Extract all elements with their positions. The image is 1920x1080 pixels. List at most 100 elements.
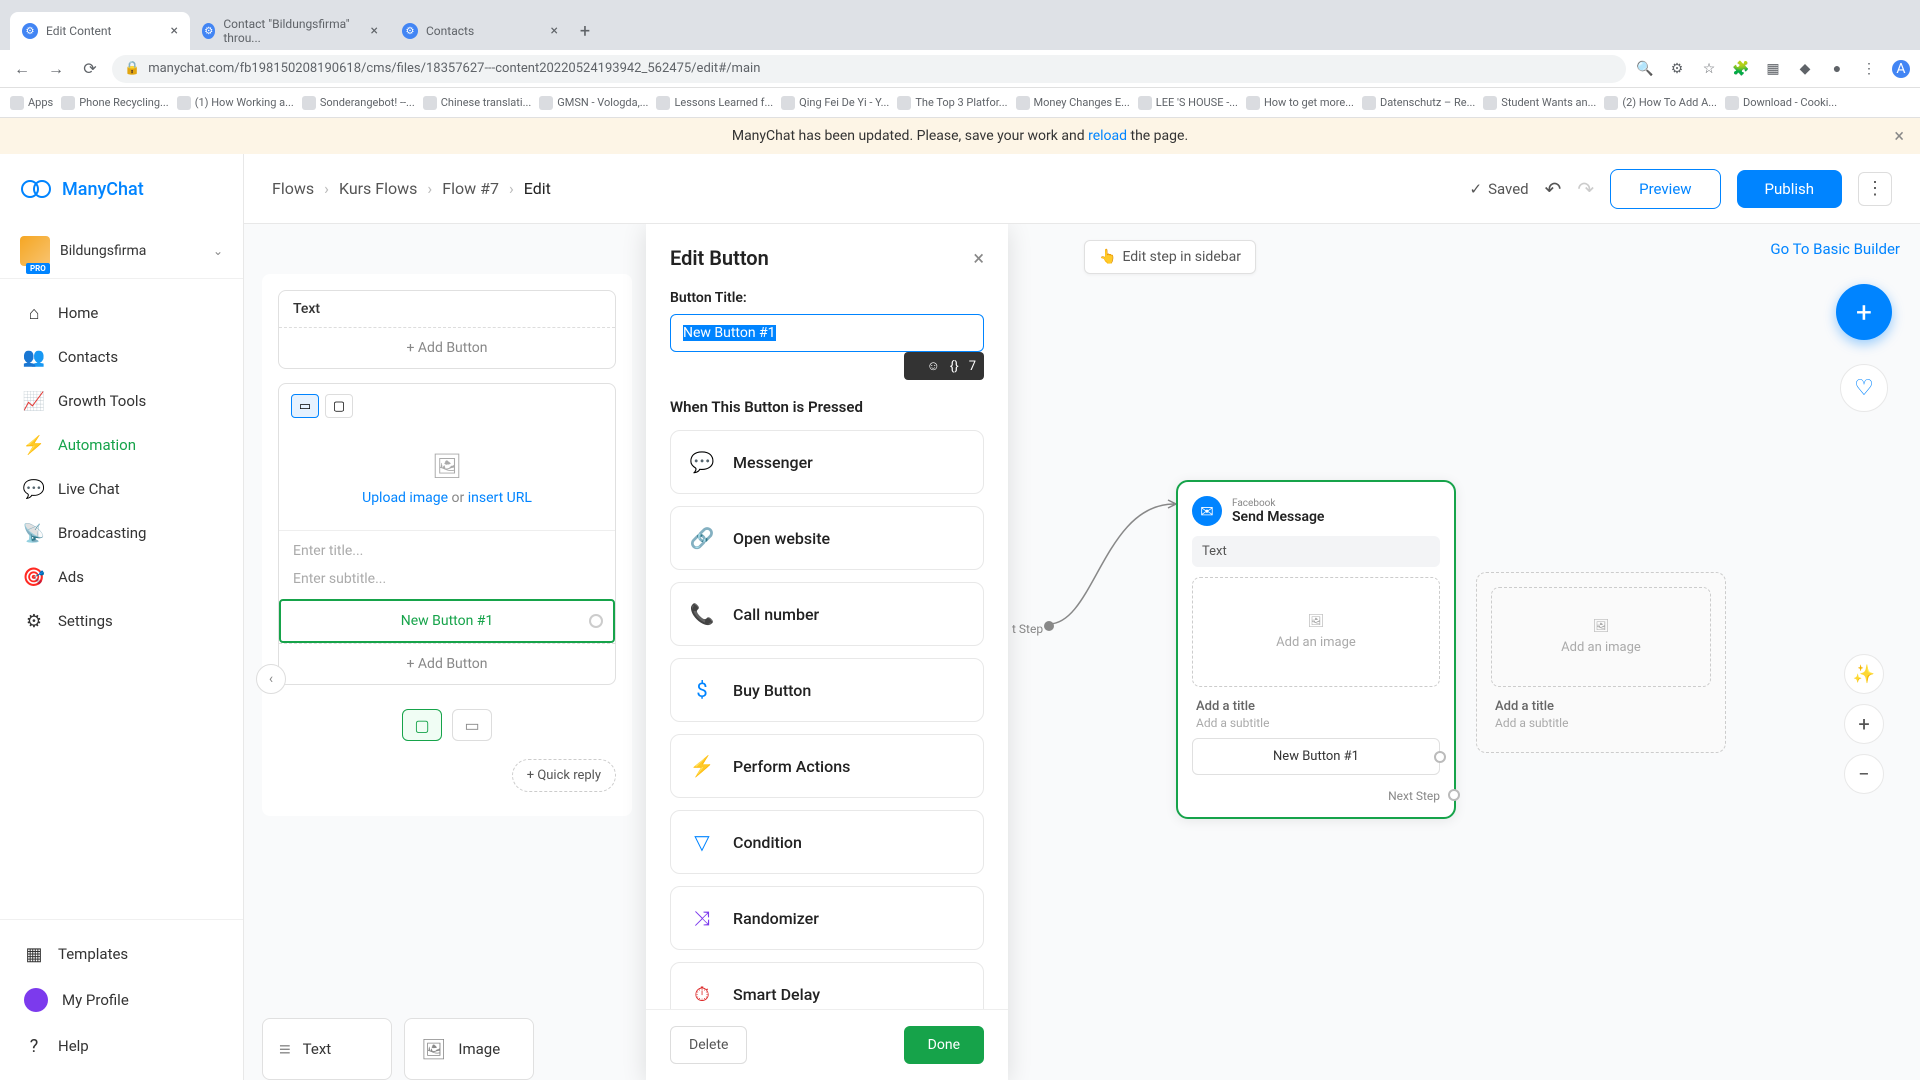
breadcrumb-item[interactable]: Kurs Flows <box>339 179 417 198</box>
extension-icon[interactable]: 🧩 <box>1732 60 1750 78</box>
extension-icon[interactable]: ● <box>1828 60 1846 78</box>
new-tab-button[interactable]: + <box>570 12 600 50</box>
subtitle-slot[interactable]: Add a subtitle <box>1491 716 1711 738</box>
title-input[interactable]: Enter title... <box>279 530 615 571</box>
browser-tab-active[interactable]: ⚙ Edit Content × <box>10 12 190 50</box>
flow-node-send-message[interactable]: ✉ FacebookSend Message Text 🖼Add an imag… <box>1176 480 1456 819</box>
profile-icon[interactable]: A <box>1892 60 1910 78</box>
done-button[interactable]: Done <box>904 1026 984 1064</box>
star-icon[interactable]: ☆ <box>1700 60 1718 78</box>
forward-button[interactable]: → <box>44 57 68 81</box>
bookmark-item[interactable]: (1) How Working a... <box>177 96 294 110</box>
url-link[interactable]: insert URL <box>468 490 532 506</box>
variable-icon[interactable]: {} <box>950 359 959 374</box>
flow-node-ghost[interactable]: 🖼Add an image Add a title Add a subtitle <box>1476 572 1726 753</box>
next-step-label[interactable]: Next Step <box>1192 783 1440 803</box>
action-perform[interactable]: ⚡Perform Actions <box>670 734 984 798</box>
sidebar-item-broadcasting[interactable]: 📡Broadcasting <box>0 511 243 555</box>
layout-horizontal-button[interactable]: ▭ <box>291 394 319 418</box>
browser-tab[interactable]: ⚙ Contact "Bildungsfirma" throu... × <box>190 12 390 50</box>
back-button[interactable]: ← <box>10 57 34 81</box>
menu-icon[interactable]: ⋮ <box>1860 60 1878 78</box>
bookmark-item[interactable]: (2) How To Add A... <box>1604 96 1717 110</box>
layout-square-button[interactable]: ▢ <box>325 394 353 418</box>
bookmark-item[interactable]: Download - Cooki... <box>1725 96 1837 110</box>
logo[interactable]: ManyChat <box>0 154 243 224</box>
subtitle-input[interactable]: Enter subtitle... <box>279 571 615 599</box>
zoom-icon[interactable]: 🔍 <box>1636 60 1654 78</box>
title-slot[interactable]: Add a title <box>1491 697 1711 716</box>
close-icon[interactable]: × <box>973 246 984 270</box>
extension-icon[interactable]: ◆ <box>1796 60 1814 78</box>
card-block[interactable]: ▭ ▢ 🖼 Upload image or insert URL Enter t… <box>278 383 616 685</box>
connection-port[interactable] <box>1448 789 1460 801</box>
sidebar-item-home[interactable]: ⌂Home <box>0 291 243 335</box>
breadcrumb-item[interactable]: Flows <box>272 179 314 198</box>
bookmark-item[interactable]: Student Wants an... <box>1483 96 1596 110</box>
close-icon[interactable]: × <box>551 23 558 39</box>
bookmark-item[interactable]: How to get more... <box>1246 96 1354 110</box>
sidebar-item-livechat[interactable]: 💬Live Chat <box>0 467 243 511</box>
bookmark-item[interactable]: GMSN - Vologda,... <box>539 96 648 110</box>
bookmark-item[interactable]: Apps <box>10 96 53 110</box>
action-call[interactable]: 📞Call number <box>670 582 984 646</box>
flow-canvas[interactable]: 👆Edit step in sidebar Go To Basic Builde… <box>244 224 1920 1080</box>
zoom-in-button[interactable]: + <box>1844 704 1884 744</box>
extension-icon[interactable]: ▦ <box>1764 60 1782 78</box>
aspect-square-button[interactable]: ▢ <box>402 709 442 741</box>
add-button-row[interactable]: + Add Button <box>279 643 615 684</box>
button-title-input[interactable] <box>670 314 984 352</box>
action-website[interactable]: 🔗Open website <box>670 506 984 570</box>
close-icon[interactable]: × <box>371 23 378 39</box>
action-condition[interactable]: ▽Condition <box>670 810 984 874</box>
sidebar-item-automation[interactable]: ⚡Automation <box>0 423 243 467</box>
sidebar-item-settings[interactable]: ⚙Settings <box>0 599 243 643</box>
basic-builder-link[interactable]: Go To Basic Builder <box>1770 240 1900 258</box>
aspect-wide-button[interactable]: ▭ <box>452 709 492 741</box>
title-slot[interactable]: Add a title <box>1192 697 1440 716</box>
bookmark-item[interactable]: Sonderangebot! --... <box>302 96 415 110</box>
workspace-selector[interactable]: Bildungsfirma ⌄ PRO <box>0 224 243 279</box>
button-row-selected[interactable]: New Button #1 <box>279 599 615 643</box>
sidebar-item-help[interactable]: ?Help <box>0 1024 243 1068</box>
sidebar-item-contacts[interactable]: 👥Contacts <box>0 335 243 379</box>
palette-image[interactable]: 🖼Image <box>404 1018 534 1080</box>
close-icon[interactable]: × <box>1894 126 1904 147</box>
delete-button[interactable]: Delete <box>670 1026 747 1064</box>
palette-text[interactable]: ≡Text <box>262 1018 392 1080</box>
sidebar-item-ads[interactable]: 🎯Ads <box>0 555 243 599</box>
reload-button[interactable]: ⟳ <box>78 57 102 81</box>
connection-port[interactable] <box>1044 621 1054 631</box>
translate-icon[interactable]: ⚙ <box>1668 60 1686 78</box>
edit-step-chip[interactable]: 👆Edit step in sidebar <box>1084 240 1256 274</box>
bookmark-item[interactable]: LEE 'S HOUSE -... <box>1138 96 1238 110</box>
undo-button[interactable]: ↶ <box>1545 177 1562 201</box>
subtitle-slot[interactable]: Add a subtitle <box>1192 716 1440 738</box>
favorite-fab[interactable]: ♡ <box>1840 364 1888 412</box>
image-upload-zone[interactable]: 🖼 Upload image or insert URL <box>279 428 615 530</box>
zoom-out-button[interactable]: − <box>1844 754 1884 794</box>
bookmark-item[interactable]: Phone Recycling... <box>61 96 168 110</box>
browser-tab[interactable]: ⚙ Contacts × <box>390 12 570 50</box>
connection-port[interactable] <box>589 614 603 628</box>
add-step-fab[interactable]: + <box>1836 284 1892 340</box>
action-buy[interactable]: $Buy Button <box>670 658 984 722</box>
preview-button[interactable]: Preview <box>1610 169 1720 209</box>
sidebar-item-profile[interactable]: My Profile <box>0 976 243 1024</box>
add-button-row[interactable]: + Add Button <box>279 327 615 368</box>
connection-port[interactable] <box>1434 751 1446 763</box>
bookmark-item[interactable]: Datenschutz – Re... <box>1362 96 1475 110</box>
sidebar-item-templates[interactable]: ▦Templates <box>0 932 243 976</box>
close-icon[interactable]: × <box>171 23 178 39</box>
action-delay[interactable]: ⏱Smart Delay <box>670 962 984 1009</box>
image-slot[interactable]: 🖼Add an image <box>1192 577 1440 687</box>
more-button[interactable]: ⋮ <box>1858 172 1892 206</box>
publish-button[interactable]: Publish <box>1737 170 1842 208</box>
carousel-prev-button[interactable]: ‹ <box>256 664 286 694</box>
magic-fab[interactable]: ✨ <box>1844 654 1884 694</box>
emoji-icon[interactable]: ☺ <box>927 358 940 374</box>
bookmark-item[interactable]: Money Changes E... <box>1016 96 1130 110</box>
reload-link[interactable]: reload <box>1088 128 1127 144</box>
bookmark-item[interactable]: Chinese translati... <box>423 96 532 110</box>
text-block[interactable]: Text + Add Button <box>278 290 616 369</box>
